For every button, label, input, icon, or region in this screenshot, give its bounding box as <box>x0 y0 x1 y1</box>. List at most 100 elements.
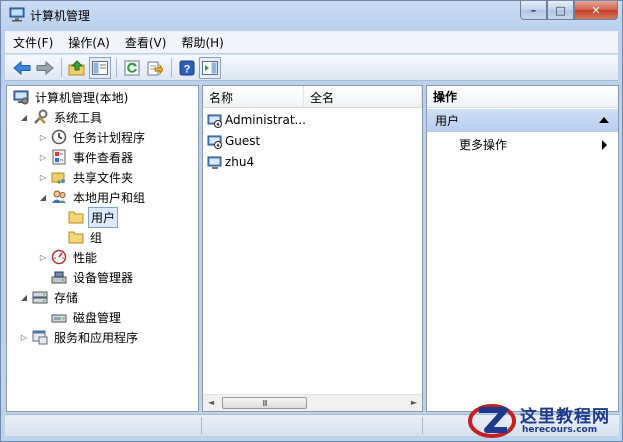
tree-item-storage[interactable]: ◢ 存储 <box>19 287 80 307</box>
user-icon <box>207 154 223 170</box>
help-icon[interactable]: ? <box>176 57 198 79</box>
tree-item-label: 事件查看器 <box>73 150 134 165</box>
actions-group-users[interactable]: 用户 <box>427 109 618 132</box>
more-actions-label: 更多操作 <box>459 137 508 152</box>
watermark: 这里教程网 herecours.com <box>465 400 623 442</box>
column-header-name[interactable]: 名称 <box>203 86 304 108</box>
tree-item-disk-management[interactable]: 磁盘管理 <box>51 307 123 327</box>
export-icon[interactable] <box>144 57 166 79</box>
collapse-icon[interactable]: ◢ <box>19 113 29 122</box>
toolbar-separator <box>61 58 62 77</box>
up-icon[interactable] <box>66 57 88 79</box>
collapse-icon[interactable]: ◢ <box>19 293 29 302</box>
list-item-guest[interactable]: Guest <box>207 131 260 151</box>
tree-item-label: 服务和应用程序 <box>54 330 139 345</box>
collapse-up-icon[interactable] <box>599 117 609 123</box>
device-manager-icon <box>51 269 67 285</box>
system-tools-icon <box>32 109 48 125</box>
event-viewer-icon <box>51 149 67 165</box>
tree-item-label: 任务计划程序 <box>73 130 146 145</box>
scroll-right-icon[interactable]: ► <box>411 398 417 407</box>
watermark-url: herecours.com <box>522 425 598 435</box>
expand-icon[interactable]: ▷ <box>38 153 48 162</box>
tree-item-label: 设备管理器 <box>73 270 134 285</box>
close-button[interactable]: ✕ <box>574 1 618 20</box>
window-title: 计算机管理 <box>30 9 91 23</box>
tree-item-event-viewer[interactable]: ▷ 事件查看器 <box>38 147 135 167</box>
computer-management-app-icon <box>9 7 25 22</box>
watermark-logo <box>467 402 517 440</box>
show-hide-action-icon[interactable] <box>199 56 221 79</box>
actions-header: 操作 <box>427 86 618 108</box>
scroll-thumb[interactable]: III <box>222 397 307 409</box>
back-icon[interactable] <box>11 57 33 79</box>
tree-item-shared-folders[interactable]: ▷ 共享文件夹 <box>38 167 135 187</box>
tree-item-groups[interactable]: 组 <box>68 227 104 247</box>
show-hide-tree-icon[interactable] <box>89 56 111 79</box>
navigation-tree: 计算机管理(本地) ◢ 系统工具 ▷ 任务计划程序 ▷ 事件查看器 ▷ 共享文件… <box>6 85 199 412</box>
more-actions-item[interactable]: 更多操作 <box>459 134 507 154</box>
tree-item-services-applications[interactable]: ▷ 服务和应用程序 <box>19 327 140 347</box>
expand-icon[interactable]: ▷ <box>19 333 29 342</box>
status-divider <box>422 417 423 434</box>
title-bar[interactable]: 计算机管理 – □ ✕ <box>1 1 622 29</box>
tree-item-label: 共享文件夹 <box>73 170 134 185</box>
disabled-user-icon <box>207 112 223 128</box>
disabled-user-icon <box>207 133 223 149</box>
minimize-button[interactable]: – <box>520 1 547 20</box>
services-apps-icon <box>32 329 48 345</box>
tree-item-device-manager[interactable]: 设备管理器 <box>51 267 135 287</box>
tree-item-label: 本地用户和组 <box>73 190 146 205</box>
computer-management-window: 计算机管理 – □ ✕ 文件(F) 操作(A) 查看(V) 帮助(H) ? 计算… <box>0 0 623 442</box>
tree-item-label: 性能 <box>73 250 98 265</box>
tree-item-system-tools[interactable]: ◢ 系统工具 <box>19 107 104 127</box>
disk-management-icon <box>51 309 67 325</box>
toolbar: ? <box>5 54 618 81</box>
forward-icon[interactable] <box>34 57 56 79</box>
expand-icon[interactable]: ▷ <box>38 253 48 262</box>
menu-view[interactable]: 查看(V) <box>125 34 167 51</box>
users-list: 名称 全名 Administrat... Guest zhu4 ◄ III ► <box>202 85 423 412</box>
menu-help[interactable]: 帮助(H) <box>181 34 223 51</box>
toolbar-separator <box>116 58 117 77</box>
expand-icon[interactable]: ▷ <box>38 133 48 142</box>
toolbar-separator <box>171 58 172 77</box>
list-item-name: Guest <box>225 134 261 148</box>
collapse-icon[interactable]: ◢ <box>38 193 48 202</box>
svg-text:?: ? <box>184 63 191 75</box>
tree-item-task-scheduler[interactable]: ▷ 任务计划程序 <box>38 127 147 147</box>
menu-file[interactable]: 文件(F) <box>13 34 53 51</box>
expand-icon[interactable]: ▷ <box>38 173 48 182</box>
scroll-left-icon[interactable]: ◄ <box>208 398 214 407</box>
refresh-icon[interactable] <box>121 57 143 79</box>
column-header-fullname[interactable]: 全名 <box>304 86 422 108</box>
window-controls: – □ ✕ <box>520 1 618 20</box>
computer-management-icon <box>13 89 29 105</box>
tree-item-users[interactable]: 用户 <box>68 206 119 228</box>
storage-icon <box>32 289 48 305</box>
tree-item-local-users-groups[interactable]: ◢ 本地用户和组 <box>38 187 147 207</box>
list-item-name: zhu4 <box>225 155 255 169</box>
horizontal-scrollbar[interactable]: ◄ III ► <box>203 394 422 411</box>
list-item-zhu4[interactable]: zhu4 <box>207 152 254 172</box>
performance-icon <box>51 249 67 265</box>
list-item-administrator[interactable]: Administrat... <box>207 110 306 130</box>
list-item-name: Administrat... <box>225 113 306 127</box>
tree-item-label: 系统工具 <box>54 110 103 125</box>
tree-item-label: 计算机管理(本地) <box>35 90 129 105</box>
watermark-title: 这里教程网 <box>520 407 610 427</box>
tree-item-label: 组 <box>90 230 103 245</box>
menu-bar: 文件(F) 操作(A) 查看(V) 帮助(H) <box>5 31 618 53</box>
maximize-button[interactable]: □ <box>547 1 574 20</box>
folder-icon <box>68 229 84 245</box>
menu-action[interactable]: 操作(A) <box>68 34 110 51</box>
list-header: 名称 全名 <box>203 86 422 108</box>
submenu-arrow-icon <box>602 140 607 150</box>
tree-item-computer-management[interactable]: 计算机管理(本地) <box>13 87 130 107</box>
actions-group-label: 用户 <box>435 114 460 128</box>
task-scheduler-icon <box>51 129 67 145</box>
tree-item-label: 用户 <box>88 206 119 228</box>
actions-pane: 操作 用户 更多操作 <box>426 85 619 412</box>
local-users-groups-icon <box>51 189 67 205</box>
tree-item-performance[interactable]: ▷ 性能 <box>38 247 99 267</box>
